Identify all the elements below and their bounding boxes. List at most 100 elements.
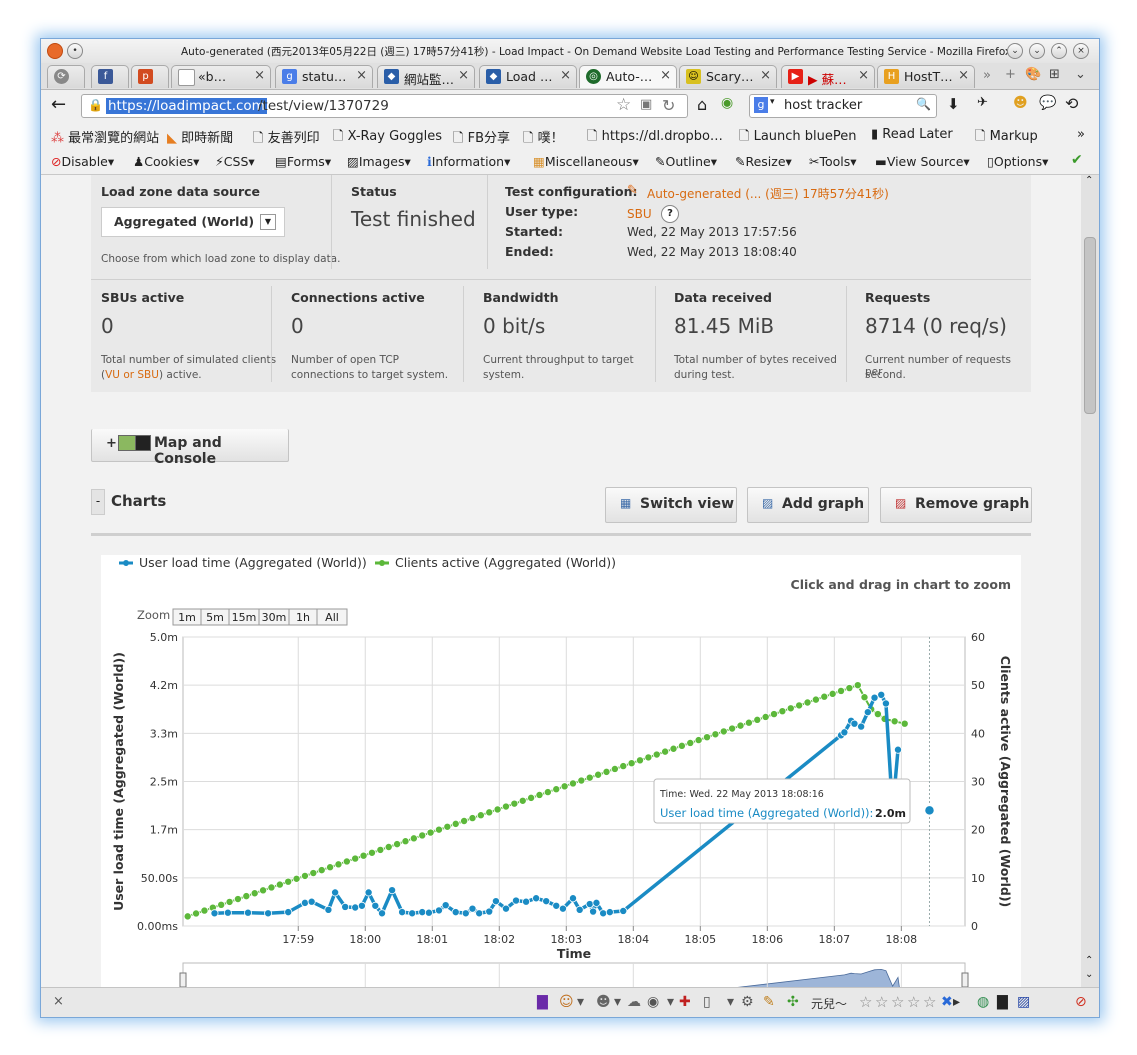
close-icon[interactable]: × [1073, 43, 1089, 59]
tab-7-active[interactable]: ◎ Auto-… × [579, 65, 677, 88]
charts-collapse-toggle[interactable]: - [91, 489, 105, 515]
addon-icon[interactable]: 🎨 [1025, 67, 1041, 82]
tab-close-icon[interactable]: × [660, 68, 671, 83]
scroll-up-icon[interactable]: ⌃ [1085, 175, 1093, 186]
reload-icon[interactable]: ↻ [662, 96, 675, 115]
remove-graph-button[interactable]: ▨ Remove graph [880, 487, 1032, 523]
firefox-menu-icon[interactable] [47, 43, 63, 59]
url-bar[interactable]: 🔒 https://loadimpact.com /test/view/1370… [81, 94, 688, 118]
webdev-tools[interactable]: ✂Tools▾ [809, 154, 857, 169]
globe-icon[interactable]: ◍ [977, 994, 989, 1010]
rating-star-icon[interactable]: ☆ [859, 993, 872, 1011]
tab-scroll-icon[interactable]: » [983, 68, 991, 83]
tab-close-icon[interactable]: × [356, 68, 367, 83]
webdev-misc[interactable]: ▦Miscellaneous▾ [533, 154, 639, 169]
purple-square-icon[interactable]: ▇ [537, 994, 548, 1010]
tab-3[interactable]: «b… × [171, 65, 271, 88]
scroll-thumb[interactable] [1084, 237, 1096, 414]
tab-pinterest[interactable]: p [131, 65, 169, 88]
map-console-toggle[interactable]: + Map and Console [91, 429, 289, 467]
legend-item-load[interactable]: User load time (Aggregated (World)) [139, 555, 367, 570]
camera-icon[interactable]: ◉ [647, 994, 659, 1010]
webdev-forms[interactable]: ▤Forms▾ [275, 154, 331, 169]
hosttracker-addon-icon[interactable]: ◉ [721, 95, 733, 111]
chevron-down-icon[interactable]: ▼ [260, 214, 276, 230]
bookmarks-overflow-icon[interactable]: » [1077, 127, 1085, 142]
chevron-down-icon[interactable]: ▾ [727, 994, 734, 1010]
sync-icon[interactable]: ⟲ [1065, 94, 1078, 113]
tab-close-icon[interactable]: × [760, 68, 771, 83]
page-scrollbar[interactable]: ⌃ ⌃ ⌄ [1081, 175, 1099, 987]
window-menu-icon[interactable]: • [67, 43, 83, 59]
page-icon[interactable]: ▯ [703, 994, 711, 1010]
reader-icon[interactable]: ▣ [640, 97, 652, 112]
search-box[interactable]: g ▾ host tracker 🔍 [749, 94, 937, 118]
download-icon[interactable]: ⬇ [947, 95, 960, 113]
back-icon[interactable]: ← [51, 94, 66, 115]
bookmark-read-later[interactable]: ▮ Read Later [871, 127, 953, 142]
terminal-icon[interactable]: ▇ [997, 994, 1008, 1010]
webdev-resize[interactable]: ✎Resize▾ [735, 154, 792, 169]
webdev-css[interactable]: ⚡CSS▾ [215, 154, 255, 169]
tab-5[interactable]: ◆ 網站監… × [377, 65, 475, 88]
red-cross-icon[interactable]: ✚ [679, 994, 691, 1010]
search-icon[interactable]: 🔍 [916, 97, 931, 111]
chat-icon[interactable]: 💬 [1039, 95, 1056, 111]
mask-icon[interactable]: ☻ [596, 994, 611, 1010]
webdev-view-source[interactable]: ▬View Source▾ [875, 154, 970, 169]
user-type-link[interactable]: SBU [627, 207, 652, 221]
load-chart[interactable]: User load time (Aggregated (World)) Clie… [101, 555, 1021, 987]
addon-icon[interactable]: ✈ [977, 95, 988, 110]
cloud-icon[interactable]: ☁ [627, 994, 641, 1010]
smile-icon[interactable]: ☻ [1013, 95, 1028, 111]
webdev-outline[interactable]: ✎Outline▾ [655, 154, 717, 169]
chevron-down-icon[interactable]: ▾ [667, 994, 674, 1010]
bookmark-xray[interactable]: 🗋 X-Ray Goggles [333, 127, 442, 149]
chevron-down-icon[interactable]: ▾ [577, 994, 584, 1010]
bookmark-markup[interactable]: 🗋 Markup [975, 127, 1038, 149]
monkey-icon[interactable]: ☺ [559, 994, 574, 1010]
search-input[interactable]: host tracker [784, 98, 862, 113]
maximize-icon[interactable]: ⌃ [1051, 43, 1067, 59]
tab-6[interactable]: ◆ Load … × [479, 65, 577, 88]
scroll-up-icon[interactable]: ⌃ [1085, 955, 1093, 966]
webdev-disable[interactable]: ⊘Disable▾ [51, 154, 114, 169]
chevron-down-icon[interactable]: ▾ [770, 97, 775, 107]
tab-close-icon[interactable]: × [858, 68, 869, 83]
chart-legend[interactable]: User load time (Aggregated (World)) Clie… [119, 555, 616, 570]
bookmark-most-visited[interactable]: ⁂ 最常瀏覽的網站 [51, 127, 159, 146]
add-graph-button[interactable]: ▨ Add graph [747, 487, 869, 523]
rating-star-icon[interactable]: ☆ [875, 993, 888, 1011]
vu-sbu-link[interactable]: VU or SBU [105, 369, 159, 381]
tab-list-icon[interactable]: ⊞ [1049, 67, 1060, 82]
chart-container[interactable]: User load time (Aggregated (World)) Clie… [101, 555, 1021, 987]
stop-icon[interactable]: ⊘ [1075, 994, 1087, 1010]
scroll-down-icon[interactable]: ⌄ [1007, 43, 1023, 59]
webdev-options[interactable]: ▯Options▾ [987, 154, 1048, 169]
chevron-down-icon[interactable]: ▾ [614, 994, 621, 1010]
tab-close-icon[interactable]: × [254, 68, 265, 83]
star-icon[interactable]: ☆ [616, 95, 631, 115]
tab-8[interactable]: ☺ Scary… × [679, 65, 777, 88]
tab-groups[interactable]: ⟳ [47, 65, 85, 88]
bookmark-news[interactable]: ◣ 即時新聞 [167, 127, 233, 146]
legend-item-clients[interactable]: Clients active (Aggregated (World)) [395, 555, 616, 570]
webdev-cookies[interactable]: ♟Cookies▾ [133, 154, 199, 169]
config-link[interactable]: Auto-generated (... (週三) 17時57分41秒) [647, 185, 889, 202]
puzzle-icon[interactable]: ✣ [787, 994, 799, 1010]
rating-star-icon[interactable]: ☆ [891, 993, 904, 1011]
rating-star-icon[interactable]: ☆ [907, 993, 920, 1011]
google-search-engine-icon[interactable]: g [754, 97, 768, 113]
tab-close-icon[interactable]: × [458, 68, 469, 83]
tab-facebook[interactable]: f [91, 65, 129, 88]
new-tab-icon[interactable]: + [1005, 67, 1016, 82]
rating-star-icon[interactable]: ☆ [923, 993, 936, 1011]
chevron-down-icon[interactable]: ⌄ [1075, 67, 1086, 82]
minimize-icon[interactable]: ⌄ [1029, 43, 1045, 59]
x-icon[interactable]: ✖ [941, 994, 953, 1010]
switch-view-button[interactable]: ▦ Switch view [605, 487, 737, 523]
settings-icon[interactable]: ⚙ [741, 994, 754, 1010]
tab-10[interactable]: H HostT… × [877, 65, 975, 88]
bookmark-icon[interactable]: ▸ [953, 994, 960, 1010]
webdev-information[interactable]: ℹInformation▾ [427, 154, 510, 169]
